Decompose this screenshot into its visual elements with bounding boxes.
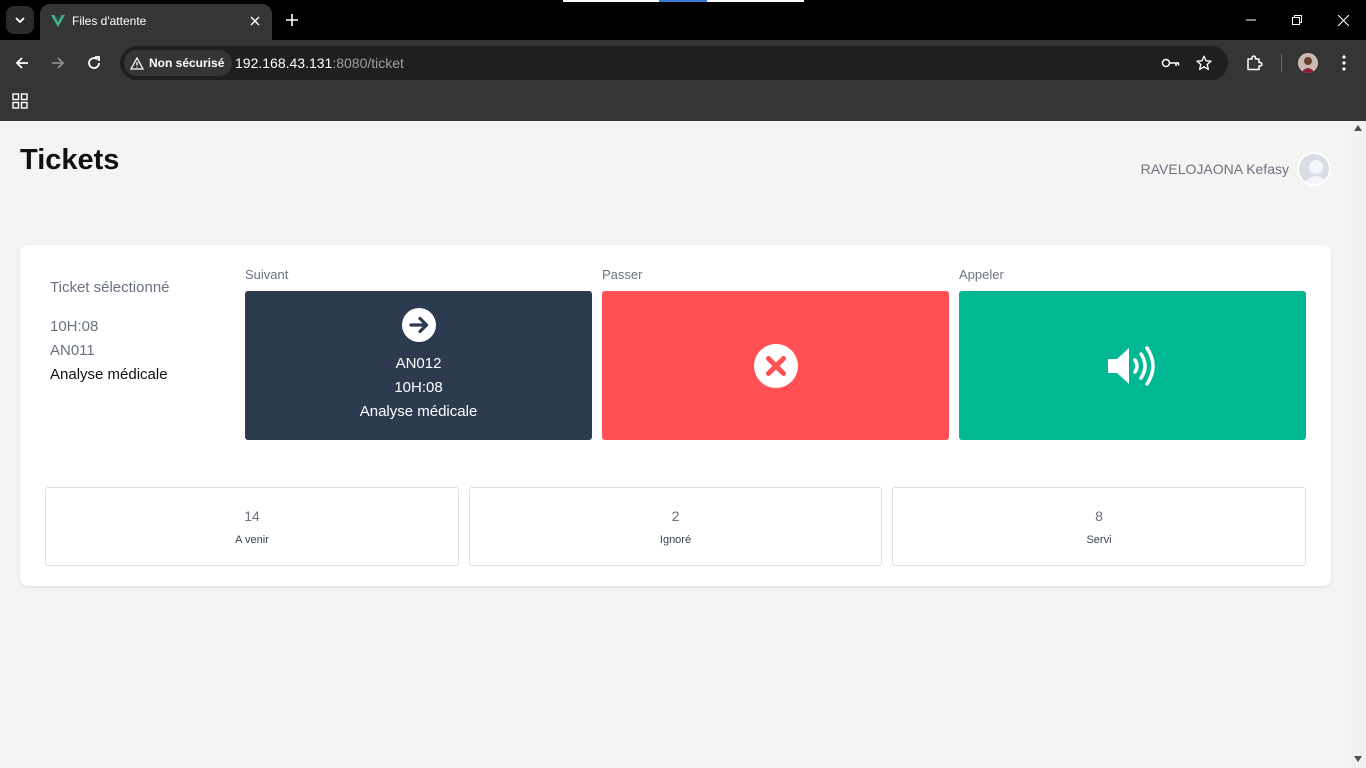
- browser-toolbar: Non sécurisé 192.168.43.131:8080/ticket: [0, 40, 1366, 86]
- arrow-left-icon: [15, 57, 28, 69]
- next-ticket-time: 10H:08: [394, 378, 443, 396]
- close-icon: [250, 16, 260, 26]
- stat-ignored-label: Ignoré: [659, 533, 692, 546]
- user-profile[interactable]: RAVELOJAONA Kefasy: [1141, 152, 1331, 186]
- toolbar-separator: [1281, 54, 1282, 72]
- url-path: :8080/ticket: [332, 55, 404, 71]
- restore-icon: [1292, 15, 1302, 25]
- bookmark-star-button[interactable]: [1194, 53, 1214, 73]
- page-title: Tickets: [20, 144, 120, 176]
- scroll-up-arrow-icon[interactable]: [1354, 125, 1362, 131]
- profile-photo-icon: [1298, 53, 1318, 73]
- more-vertical-icon: [1342, 55, 1346, 71]
- next-ticket-button[interactable]: AN012 10H:08 Analyse médicale: [245, 291, 592, 440]
- stat-served-value: 8: [1095, 507, 1103, 524]
- restore-button[interactable]: [1274, 0, 1320, 40]
- reload-button[interactable]: [80, 49, 108, 77]
- user-avatar-icon[interactable]: [1297, 152, 1331, 186]
- arrow-right-icon: [52, 57, 65, 69]
- next-label: Suivant: [245, 267, 289, 282]
- stat-ignored-value: 2: [671, 507, 680, 524]
- selected-ticket-service: Analyse médicale: [50, 366, 168, 383]
- page-content: Tickets RAVELOJAONA Kefasy Ticket sélect…: [0, 121, 1351, 768]
- stat-upcoming-label: A venir: [235, 533, 269, 546]
- selected-ticket-code: AN011: [50, 342, 95, 359]
- stat-served: 8 Servi: [892, 487, 1306, 566]
- skip-label: Passer: [602, 267, 643, 282]
- address-bar[interactable]: Non sécurisé 192.168.43.131:8080/ticket: [120, 46, 1228, 80]
- warning-icon: [130, 56, 144, 70]
- close-icon: [1337, 14, 1349, 26]
- stat-upcoming: 14 A venir: [45, 487, 459, 566]
- star-icon: [1196, 55, 1212, 71]
- new-tab-button[interactable]: [281, 9, 303, 31]
- close-window-button[interactable]: [1320, 0, 1366, 40]
- minimize-button[interactable]: [1228, 0, 1274, 40]
- stat-upcoming-value: 14: [244, 507, 260, 524]
- minimize-icon: [1246, 19, 1256, 21]
- chevron-down-icon: [15, 17, 25, 24]
- reload-icon: [88, 56, 100, 69]
- browser-tab[interactable]: Files d'attente: [40, 4, 272, 40]
- stat-ignored: 2 Ignoré: [469, 487, 882, 566]
- url-text: 192.168.43.131:8080/ticket: [235, 55, 404, 71]
- selected-ticket: Ticket sélectionné 10H:08 AN011 Analyse …: [50, 279, 170, 383]
- security-chip[interactable]: Non sécurisé: [124, 50, 233, 76]
- url-host: 192.168.43.131: [235, 55, 333, 71]
- plus-icon: [286, 14, 298, 26]
- forward-button[interactable]: [44, 49, 72, 77]
- next-ticket-service: Analyse médicale: [359, 402, 478, 420]
- user-name: RAVELOJAONA Kefasy: [1140, 161, 1289, 177]
- vue-logo-icon: [51, 15, 65, 27]
- next-action: Suivant AN012 10H:08 Analyse médicale: [245, 267, 592, 440]
- key-icon: [1161, 58, 1180, 68]
- tab-title: Files d'attente: [72, 14, 147, 28]
- call-label: Appeler: [959, 267, 1004, 282]
- extensions-button[interactable]: [1242, 51, 1266, 75]
- apps-grid-icon[interactable]: [12, 93, 28, 109]
- top-strip-accent: [659, 0, 707, 2]
- skip-ticket-button[interactable]: [602, 291, 949, 440]
- browser-tab-strip: Files d'attente: [0, 0, 1366, 40]
- password-key-button[interactable]: [1161, 53, 1181, 73]
- x-circle-icon: [753, 343, 798, 388]
- scroll-down-arrow-icon[interactable]: [1354, 756, 1362, 762]
- ticket-panel: Ticket sélectionné 10H:08 AN011 Analyse …: [20, 245, 1331, 586]
- selected-ticket-heading: Ticket sélectionné: [50, 279, 170, 296]
- speaker-volume-icon: [1107, 345, 1155, 386]
- tab-search-button[interactable]: [6, 6, 34, 34]
- stat-served-label: Servi: [1086, 533, 1112, 546]
- back-button[interactable]: [8, 49, 36, 77]
- profile-avatar[interactable]: [1298, 53, 1318, 73]
- security-label: Non sécurisé: [149, 56, 225, 70]
- call-action: Appeler: [959, 267, 1306, 440]
- tab-close-button[interactable]: [246, 12, 264, 30]
- call-ticket-button[interactable]: [959, 291, 1306, 440]
- bookmarks-bar: [0, 86, 1366, 121]
- browser-menu-button[interactable]: [1332, 51, 1356, 75]
- arrow-right-circle-icon: [401, 307, 436, 342]
- next-ticket-code: AN012: [395, 354, 442, 372]
- puzzle-icon: [1247, 55, 1263, 71]
- skip-action: Passer: [602, 267, 949, 440]
- selected-ticket-time: 10H:08: [50, 318, 99, 335]
- vertical-scrollbar[interactable]: [1351, 121, 1366, 768]
